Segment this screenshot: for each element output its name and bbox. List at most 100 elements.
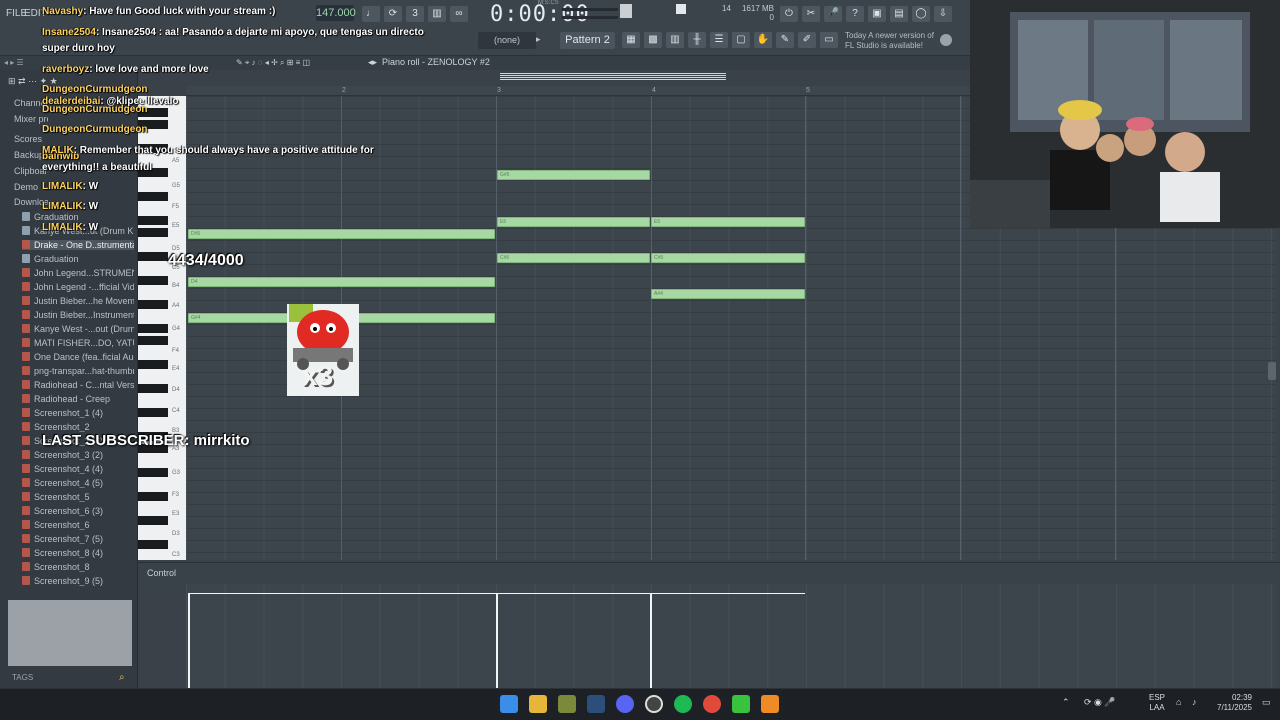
loop-record-icon[interactable]: ∞ — [450, 6, 468, 22]
master-pitch-slider[interactable] — [562, 16, 618, 19]
volume-icon[interactable]: ♪ — [1192, 697, 1197, 707]
master-volume-slider[interactable] — [562, 8, 618, 11]
midi-note[interactable]: D#5 — [188, 229, 495, 239]
black-key[interactable] — [138, 408, 168, 417]
black-key[interactable] — [138, 216, 168, 225]
vertical-scrollbar[interactable] — [1268, 362, 1276, 380]
velocity-bar[interactable] — [650, 593, 652, 688]
pattern-selector[interactable]: Pattern 2 — [560, 32, 615, 49]
view-icon[interactable]: ▭ — [820, 32, 838, 48]
midi-note[interactable]: C#5 — [651, 253, 805, 263]
browser-file[interactable]: Screenshot_7 (5) — [22, 534, 134, 544]
volume-knob[interactable] — [620, 4, 632, 18]
black-key[interactable] — [138, 468, 168, 477]
chrome-icon[interactable] — [703, 695, 721, 713]
browser-folder[interactable]: Graduation — [22, 254, 134, 264]
green-app-icon[interactable] — [732, 695, 750, 713]
wait-input-icon[interactable]: ⟳ — [384, 6, 402, 22]
black-key[interactable] — [138, 252, 168, 261]
black-key[interactable] — [138, 300, 168, 309]
step-edit-icon[interactable]: ▥ — [428, 6, 446, 22]
spotify-icon[interactable] — [674, 695, 692, 713]
browser-file[interactable]: Screenshot_4 (4) — [22, 464, 134, 474]
black-key[interactable] — [138, 540, 168, 549]
browser-file[interactable]: Screenshot_5 — [22, 492, 134, 502]
cut-icon[interactable]: ✂ — [802, 6, 820, 22]
browser-file[interactable]: Screenshot_6 — [22, 520, 134, 530]
edit-icon[interactable]: ✎ — [776, 32, 794, 48]
globe-icon[interactable] — [940, 34, 952, 46]
black-key[interactable] — [138, 192, 168, 201]
browser-tree-item[interactable]: Mixer preset — [14, 114, 48, 124]
browser-file[interactable]: Screenshot_6 (3) — [22, 506, 134, 516]
language-indicator[interactable]: ESP LAA — [1149, 693, 1165, 713]
black-key[interactable] — [138, 360, 168, 369]
browser-file[interactable]: Screenshot_1 (4) — [22, 408, 134, 418]
browser-file[interactable]: Radiohead - Creep — [22, 394, 134, 404]
black-key[interactable] — [138, 384, 168, 393]
midi-note[interactable]: E5 — [651, 217, 805, 227]
midi-note[interactable]: D4 — [188, 277, 495, 287]
start-icon[interactable] — [500, 695, 518, 713]
piano-roll-menu-icon[interactable]: ◂▸ — [368, 57, 377, 68]
fl-studio-icon[interactable] — [761, 695, 779, 713]
midi-note[interactable]: G#5 — [497, 170, 650, 180]
touch-icon[interactable]: ✋ — [754, 32, 772, 48]
browser-file[interactable]: One Dance (fea..ficial Audio) — [22, 352, 134, 362]
step-sequencer-icon[interactable]: ▩ — [644, 32, 662, 48]
power-icon[interactable]: ⏻ — [780, 6, 798, 22]
channel-rack-icon[interactable]: ☰ — [710, 32, 728, 48]
browser-file[interactable]: Screenshot_2 — [22, 422, 134, 432]
control-selector[interactable]: Control — [147, 568, 176, 578]
browser-file[interactable]: png-transpar...hat-thumbnail — [22, 366, 134, 376]
network-icon[interactable]: ⌂ — [1176, 697, 1181, 707]
update-notice[interactable]: Today A newer version of FL Studio is av… — [845, 31, 940, 51]
browser-file[interactable]: John Legend...STRUMENTAL) — [22, 268, 134, 278]
brush-icon[interactable]: ✐ — [798, 32, 816, 48]
discord-icon[interactable] — [616, 695, 634, 713]
browser-file[interactable]: Justin Bieber...Instrumental) — [22, 310, 134, 320]
save-icon[interactable]: ▣ — [868, 6, 886, 22]
browser-file[interactable]: Kanye West -...out (Drum Kit) — [22, 324, 134, 334]
browser-tree-item[interactable]: Scores — [14, 134, 48, 144]
browser-file[interactable]: Justin Bieber...he Movement) — [22, 296, 134, 306]
file-explorer-icon[interactable] — [529, 695, 547, 713]
browser-file[interactable]: Screenshot_4 (5) — [22, 478, 134, 488]
browser-file[interactable]: Screenshot_8 — [22, 562, 134, 572]
black-key[interactable] — [138, 324, 168, 333]
pattern-arrow-icon[interactable]: ▸ — [536, 34, 544, 46]
piano-roll-icon[interactable]: ▥ — [666, 32, 684, 48]
browser-nav-icon[interactable]: ◂ ▸ ☰ — [4, 58, 24, 67]
microphone-icon[interactable]: 🎤 — [824, 6, 842, 22]
browser-file[interactable]: Drake - One D..strumental) — [22, 240, 134, 250]
playlist-icon[interactable]: ▦ — [622, 32, 640, 48]
browser-folder[interactable]: Graduation — [22, 212, 134, 222]
velocity-bar[interactable] — [496, 593, 498, 688]
obs-icon[interactable] — [645, 695, 663, 713]
notification-icon[interactable]: ▭ — [1262, 697, 1271, 708]
plugin-icon[interactable]: ▢ — [732, 32, 750, 48]
browser-file[interactable]: Screenshot_8 (4) — [22, 548, 134, 558]
minecraft-icon[interactable] — [558, 695, 576, 713]
help-icon[interactable]: ? — [846, 6, 864, 22]
black-key[interactable] — [138, 228, 168, 237]
tray-chevron-icon[interactable]: ⌃ — [1062, 697, 1070, 708]
browser-file[interactable]: Radiohead - C...ntal Version) — [22, 380, 134, 390]
browser-file[interactable]: Screenshot_3 (2) — [22, 450, 134, 460]
countdown-icon[interactable]: 3 — [406, 6, 424, 22]
browser-file[interactable]: John Legend -...fficial Video) — [22, 282, 134, 292]
tempo-display[interactable]: 147.000 — [316, 5, 356, 21]
black-key[interactable] — [138, 516, 168, 525]
chat-icon[interactable]: ◯ — [912, 6, 930, 22]
mixer-view-icon[interactable]: ╫ — [688, 32, 706, 48]
midi-note[interactable]: E5 — [497, 217, 650, 227]
horizontal-scroll[interactable] — [500, 73, 726, 81]
piano-roll-tools-icon[interactable]: ✎ ⌖ ♪ ◌ ◂ ✢ ⌕ ⊞ ≡ ◫ — [236, 58, 356, 68]
browser-file[interactable]: MATI FISHER...DO, YATUSABE. — [22, 338, 134, 348]
clock[interactable]: 02:39 7/11/2025 — [1212, 693, 1252, 713]
search-icon[interactable]: ⌕ — [119, 672, 125, 683]
black-key[interactable] — [138, 336, 168, 345]
black-key[interactable] — [138, 276, 168, 285]
black-key[interactable] — [138, 492, 168, 501]
midi-note[interactable]: A#4 — [651, 289, 805, 299]
